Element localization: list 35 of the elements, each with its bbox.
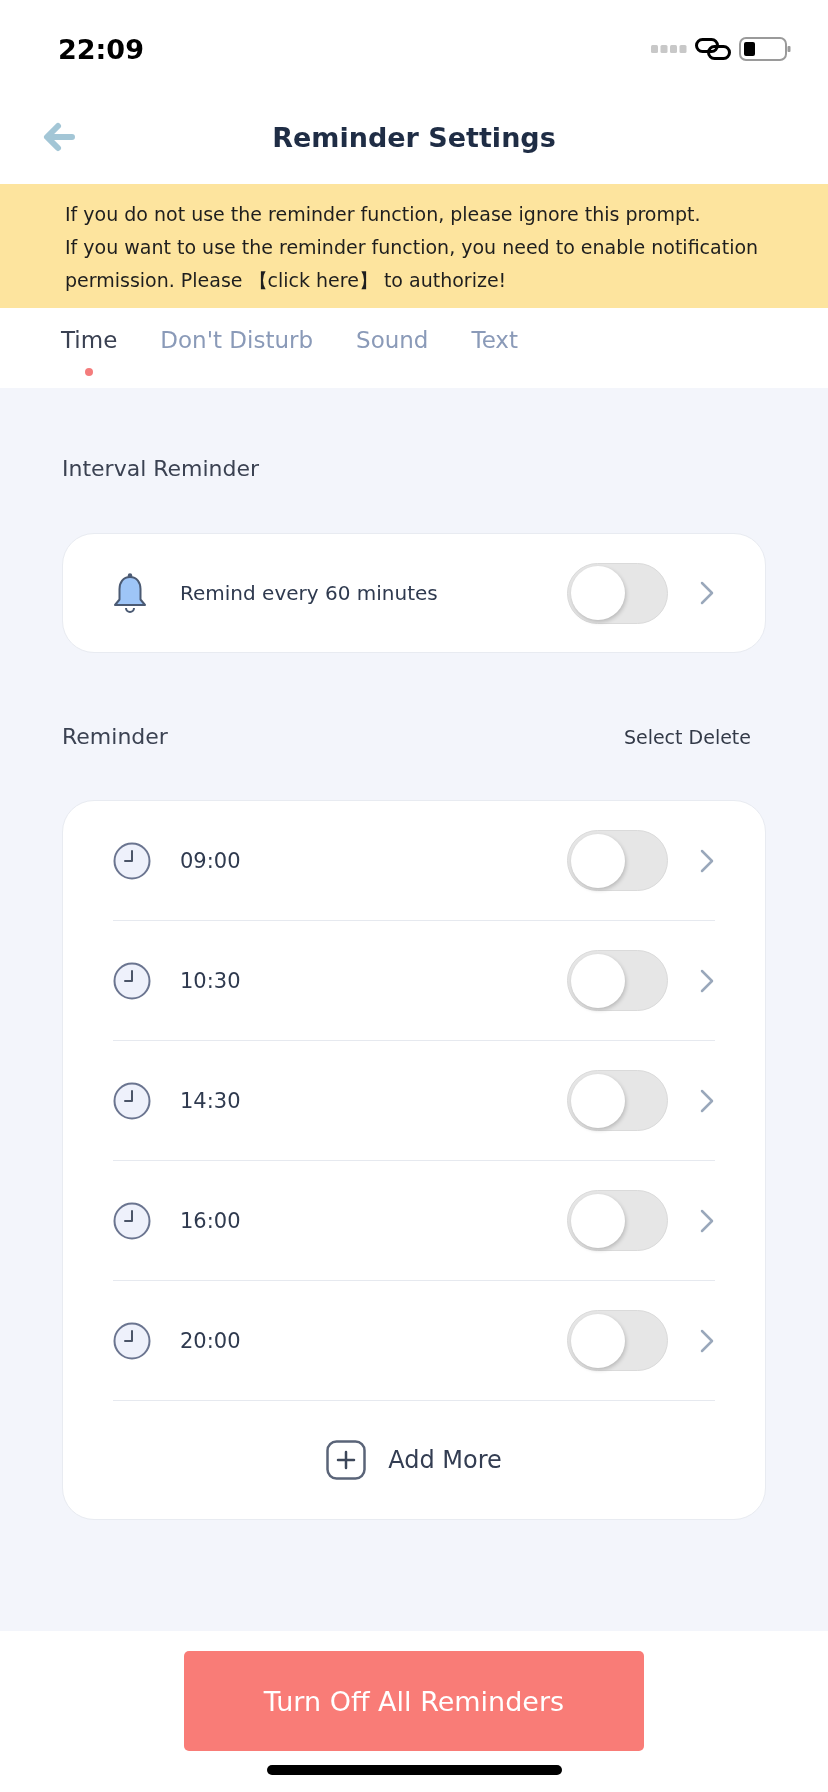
- selected-dot-icon: [85, 368, 94, 376]
- chevron-right-icon: [699, 1327, 715, 1354]
- add-more-button[interactable]: Add More: [326, 1440, 502, 1480]
- reminder-time: 20:00: [180, 1328, 241, 1353]
- link-icon: [695, 38, 731, 60]
- select-delete-button[interactable]: Select Delete: [623, 726, 751, 748]
- back-arrow-icon: [42, 121, 76, 153]
- clock-icon: [113, 961, 151, 1000]
- tab[interactable]: Time: [61, 308, 118, 388]
- reminder-time: 10:30: [180, 968, 241, 993]
- reminder-time: 14:30: [180, 1088, 241, 1113]
- clock-icon: [113, 841, 151, 880]
- click-here-link[interactable]: 【click here】: [248, 269, 378, 291]
- chevron-right-icon: [699, 967, 715, 994]
- section-title: Reminder: [62, 723, 168, 751]
- chevron-right-icon: [699, 847, 715, 874]
- plus-icon: [326, 1440, 367, 1480]
- interval-label: Remind every 60 minutes: [180, 581, 438, 605]
- notice-text: If you do not use the reminder function, please ignore this prompt.: [65, 202, 702, 227]
- back-button[interactable]: [42, 121, 76, 153]
- clock-icon: [113, 1201, 151, 1240]
- bell-icon: [113, 572, 147, 614]
- clock-icon: [113, 1081, 151, 1120]
- notice-text: If you want to use the reminder function, you need to enable notification permission. Please 【click here】 to authorize!: [65, 235, 760, 293]
- reminder-time: 09:00: [180, 848, 241, 873]
- section-title: Interval Reminder: [62, 455, 260, 483]
- chevron-right-icon: [699, 1087, 715, 1114]
- chevron-right-icon: [699, 580, 715, 606]
- chevron-right-icon: [699, 1207, 715, 1234]
- page-title: Reminder Settings: [272, 121, 556, 153]
- status-time: 22:09: [58, 33, 144, 65]
- reminder-time: 16:00: [180, 1208, 241, 1233]
- clock-icon: [113, 1321, 151, 1360]
- signal-dots-icon: [651, 45, 687, 53]
- battery-icon: [739, 37, 791, 61]
